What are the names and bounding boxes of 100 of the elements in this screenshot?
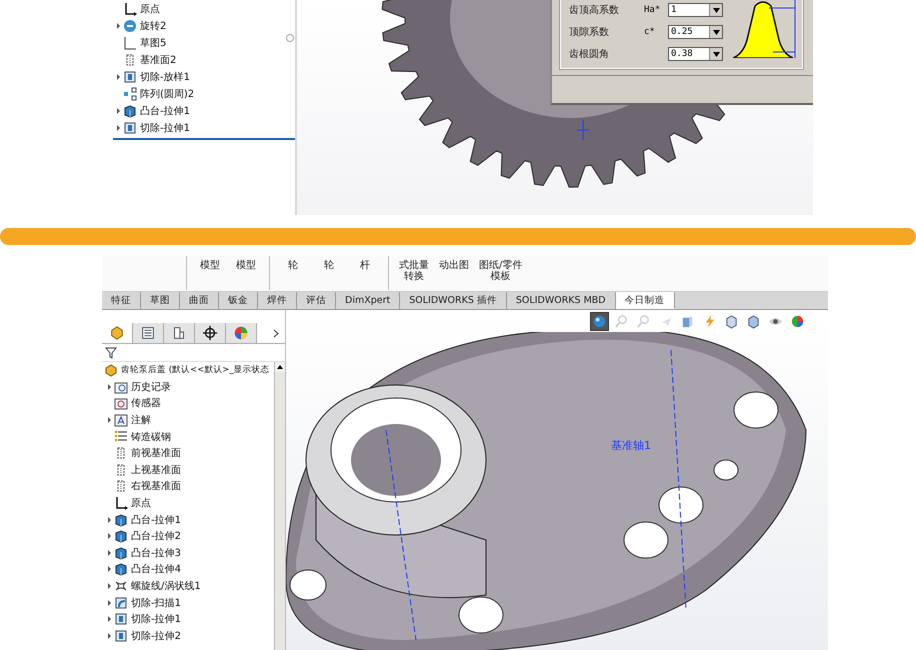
expand-arrow-icon[interactable] [108,632,110,639]
tree-item[interactable]: 螺旋线/涡状线1 [131,579,201,594]
section-view-icon [680,314,695,329]
axes-icon [123,2,137,16]
part-icon [104,363,118,378]
tree-item[interactable]: 凸台-拉伸3 [131,546,181,560]
value-dropdown[interactable]: 1 [668,3,723,17]
tree-item[interactable]: 切除-拉伸1 [131,612,181,626]
ribbon-button[interactable]: 式批量 转换 [399,256,429,290]
axes-icon [114,496,128,510]
sphere-icon [592,314,607,329]
expand-arrow-icon[interactable] [108,583,110,590]
tree-item[interactable]: 凸台-拉伸2 [131,529,181,544]
ribbon-button[interactable]: 杆 [352,256,378,290]
ribbon-button[interactable]: 动出图 [439,256,469,290]
expand-arrow-icon[interactable] [108,533,110,540]
color-wheel-icon [233,325,249,341]
cut-icon [123,70,137,84]
ribbon-button[interactable]: 轮 [280,256,306,290]
value-dropdown[interactable]: 0.38 [668,47,723,61]
cube-icon [123,104,137,118]
sweep-icon [114,596,128,610]
filter-icon[interactable] [105,346,117,358]
tree-item[interactable]: 铸造碳钢 [131,430,171,444]
parameter-label: 齿根圆角 [569,48,610,61]
magnifier-icon [636,314,651,329]
panel-tab[interactable] [133,323,164,343]
tree-item[interactable]: 原点 [140,2,160,16]
tree-item[interactable]: 阵列(圆周)2 [140,86,194,100]
value-dropdown[interactable]: 0.25 [668,25,723,39]
ribbon-button[interactable]: 模型 [197,256,223,290]
cube-icon [746,314,761,329]
gauge-icon [114,396,128,410]
tree-item[interactable]: 历史记录 [131,380,171,394]
helix-icon [114,579,128,594]
tree-item[interactable]: 上视基准面 [131,462,181,477]
axis-label: 基准轴1 [611,438,651,453]
expand-arrow-icon[interactable] [108,600,110,606]
part-icon [109,325,125,341]
expand-arrow-icon[interactable] [108,566,110,572]
tree-item[interactable]: 传感器 [131,396,161,410]
crosshair-icon [202,325,218,341]
scrollbar[interactable] [274,362,285,650]
folder-icon [114,380,128,394]
caret-icon [712,52,720,56]
pattern-icon [123,86,137,100]
tree-item[interactable]: 切除-扫描1 [131,596,181,610]
parameter-symbol: Ha* [644,5,660,15]
tree-item[interactable]: 右视基准面 [131,479,181,494]
list-icon [140,325,156,341]
tree-item[interactable]: 切除-拉伸2 [131,628,181,643]
ribbon-tab[interactable]: 今日制造 [616,292,675,309]
chevron-right-icon[interactable] [273,328,279,338]
tree-item[interactable]: 前视基准面 [131,446,181,460]
ribbon-button[interactable]: 轮 [316,256,342,290]
cube-icon [724,314,739,329]
revolve-icon [123,18,137,32]
cut-icon [123,120,137,134]
tree-item[interactable]: 齿轮泵后盖 (默认<<默认>_显示状态 [121,364,270,376]
tree-item[interactable]: 凸台-拉伸1 [140,104,190,118]
cube-icon [114,529,128,544]
color-wheel-icon [790,314,805,329]
tree-item[interactable]: 基准面2 [140,52,176,66]
expand-arrow-icon[interactable] [108,516,110,523]
panel-tab[interactable] [195,323,226,343]
caret-icon [712,8,720,12]
cube-icon [114,562,128,576]
view-tool-button[interactable] [590,312,609,331]
tree-item[interactable]: 切除-拉伸1 [140,120,190,134]
expand-arrow-icon[interactable] [116,22,120,28]
splitter-handle[interactable] [286,34,294,42]
tree-item[interactable]: 凸台-拉伸1 [131,512,181,527]
expand-arrow-icon[interactable] [108,616,110,622]
list-icon [114,430,128,444]
magnifier-icon [614,314,629,329]
tree-item[interactable]: 草图5 [140,36,166,50]
parameter-symbol: c* [644,27,655,37]
tree-item[interactable]: 旋转2 [140,18,166,32]
tree-item[interactable]: 注解 [131,413,151,428]
cut-icon [114,612,128,626]
sketch-icon [123,36,137,50]
tree-item[interactable]: 原点 [131,496,151,510]
scroll-up-icon[interactable] [277,365,283,369]
ribbon-button[interactable]: 图纸/零件 模板 [479,256,522,290]
panel-tab[interactable] [164,323,195,343]
expand-arrow-icon[interactable] [116,74,120,80]
expand-arrow-icon[interactable] [116,124,120,130]
expand-arrow-icon[interactable] [108,417,110,424]
cube-icon [114,546,128,560]
caret-icon [712,30,720,34]
config-icon [171,325,187,341]
cube-icon [114,512,128,527]
expand-arrow-icon[interactable] [108,384,110,390]
tree-item[interactable]: 凸台-拉伸4 [131,562,181,576]
expand-arrow-icon[interactable] [108,550,110,556]
cut-icon [114,628,128,643]
tree-item[interactable]: 切除-放样1 [140,70,190,84]
ribbon-button[interactable]: 模型 [233,256,259,290]
parameter-label: 齿顶高系数 [569,4,620,17]
expand-arrow-icon[interactable] [116,108,120,114]
